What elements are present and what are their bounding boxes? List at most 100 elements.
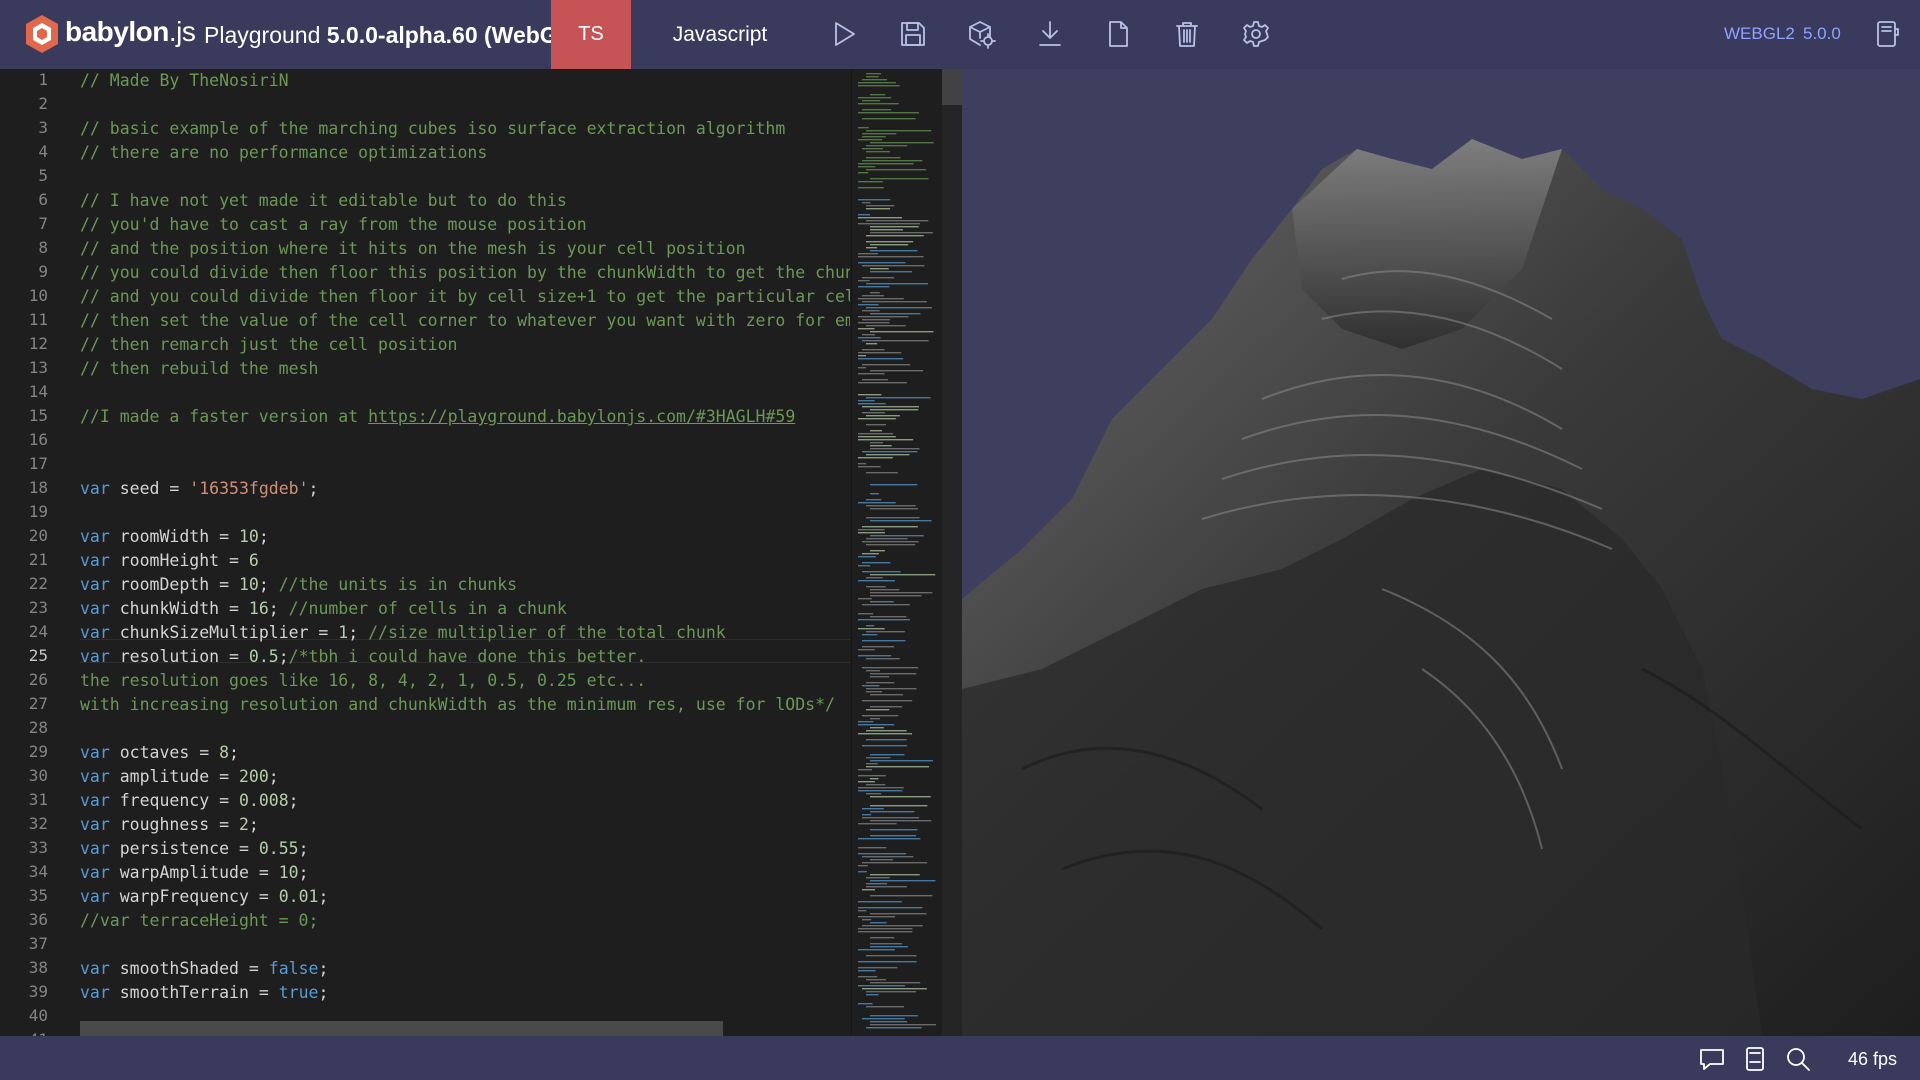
- search-button[interactable]: [1783, 1044, 1813, 1074]
- minimap-line: [862, 700, 913, 702]
- minimap-line: [866, 625, 875, 627]
- minimap-line: [858, 931, 913, 933]
- run-button[interactable]: [827, 17, 861, 51]
- code-minimap[interactable]: [851, 69, 962, 1036]
- minimap-line: [866, 208, 891, 210]
- minimap-line: [870, 946, 909, 948]
- minimap-line: [870, 943, 903, 945]
- line-number: 5: [38, 166, 48, 185]
- minimap-line: [862, 133, 897, 135]
- faster-version-link[interactable]: https://playground.babylonjs.com/#3HAGLH…: [368, 407, 795, 426]
- minimap-line: [866, 631, 905, 633]
- minimap-line: [870, 226, 919, 228]
- minimap-line: [858, 598, 872, 600]
- download-button[interactable]: [1033, 17, 1067, 51]
- code-line: var resolution = 0.5;/*tbh i could have …: [80, 647, 647, 666]
- code-line: // then remarch just the cell position: [80, 335, 458, 354]
- minimap-line: [870, 820, 932, 822]
- minimap-line: [858, 439, 914, 441]
- minimap-line: [870, 229, 903, 231]
- minimap-line: [858, 865, 868, 867]
- minimap-line: [870, 874, 920, 876]
- engine-label[interactable]: WEBGL2: [1724, 24, 1795, 44]
- minimap-line: [858, 532, 885, 534]
- minimap-line: [858, 565, 871, 567]
- inspector-button[interactable]: [964, 17, 998, 51]
- minimap-line: [858, 976, 878, 978]
- minimap-line: [858, 166, 876, 168]
- minimap-line: [858, 352, 902, 354]
- minimap-line: [866, 235, 924, 237]
- minimap-line: [862, 310, 880, 312]
- code-line: var smoothShaded = false;: [80, 959, 329, 978]
- brand-name[interactable]: babylon.js: [65, 16, 196, 48]
- code-area[interactable]: // Made By TheNosiriN // basic example o…: [80, 69, 850, 1036]
- minimap-line: [866, 538, 908, 540]
- minimap-line: [858, 214, 871, 216]
- code-line: // then set the value of the cell corner…: [80, 311, 850, 330]
- vertical-scrollbar-thumb[interactable]: [942, 69, 962, 105]
- minimap-line: [862, 265, 925, 267]
- tab-javascript[interactable]: Javascript: [631, 0, 809, 69]
- clear-icon: [1176, 22, 1198, 47]
- minimap-line: [862, 526, 918, 528]
- minimap-line: [858, 580, 895, 582]
- render-canvas[interactable]: [962, 69, 1920, 1036]
- tab-typescript[interactable]: TS: [551, 0, 631, 69]
- engine-version[interactable]: 5.0.0: [1803, 24, 1841, 44]
- minimap-line: [858, 721, 874, 723]
- minimap-line: [866, 145, 908, 147]
- minimap-line: [866, 169, 927, 171]
- minimap-line: [866, 76, 879, 78]
- minimap-line: [870, 1015, 918, 1017]
- minimap-line: [858, 127, 869, 129]
- inspector-panel-button[interactable]: [1740, 1044, 1770, 1074]
- minimap-line: [870, 727, 884, 729]
- vertical-scrollbar[interactable]: [942, 69, 962, 1036]
- clear-button[interactable]: [1170, 17, 1204, 51]
- minimap-line: [862, 646, 895, 648]
- feedback-icon: [1700, 1049, 1724, 1070]
- minimap-line: [858, 853, 907, 855]
- minimap-line: [858, 502, 896, 504]
- minimap-line: [858, 316, 909, 318]
- babylon-logo-icon[interactable]: [24, 14, 60, 54]
- minimap-line: [858, 985, 905, 987]
- minimap-line: [858, 967, 898, 969]
- minimap-line: [870, 1021, 908, 1023]
- examples-button[interactable]: [1870, 17, 1904, 51]
- minimap-line: [858, 103, 899, 105]
- minimap-line: [870, 313, 921, 315]
- minimap-line: [858, 916, 896, 918]
- minimap-line: [858, 949, 895, 951]
- minimap-line: [866, 205, 895, 207]
- feedback-button[interactable]: [1697, 1044, 1727, 1074]
- minimap-line: [862, 340, 929, 342]
- new-button[interactable]: [1101, 17, 1135, 51]
- line-number: 40: [28, 1006, 48, 1025]
- minimap-line: [870, 859, 894, 861]
- line-number: 28: [28, 718, 48, 737]
- save-button[interactable]: [896, 17, 930, 51]
- minimap-line: [858, 556, 876, 558]
- code-editor[interactable]: 1 2 3 4 5 6 7 8 9 10 11 12 13 14 15 16 17 18 19 20 21 22 23 24 2…: [0, 69, 962, 1036]
- top-toolbar: babylon.js Playground 5.0.0-alpha.60 (We…: [0, 0, 1920, 69]
- minimap-line: [858, 262, 906, 264]
- horizontal-scrollbar[interactable]: [80, 1021, 723, 1036]
- minimap-line: [858, 322, 890, 324]
- minimap-line: [862, 919, 872, 921]
- settings-button[interactable]: [1239, 17, 1273, 51]
- minimap-line: [858, 628, 885, 630]
- minimap-line: [866, 586, 886, 588]
- minimap-line: [862, 277, 895, 279]
- minimap-line: [862, 745, 908, 747]
- line-number: 25: [28, 646, 48, 665]
- minimap-line: [858, 217, 903, 219]
- line-number: 23: [28, 598, 48, 617]
- code-line: the resolution goes like 16, 8, 4, 2, 1,…: [80, 671, 647, 690]
- line-number: 16: [28, 430, 48, 449]
- minimap-line: [862, 634, 878, 636]
- minimap-line: [870, 244, 909, 246]
- minimap-line: [870, 811, 915, 813]
- minimap-line: [866, 397, 931, 399]
